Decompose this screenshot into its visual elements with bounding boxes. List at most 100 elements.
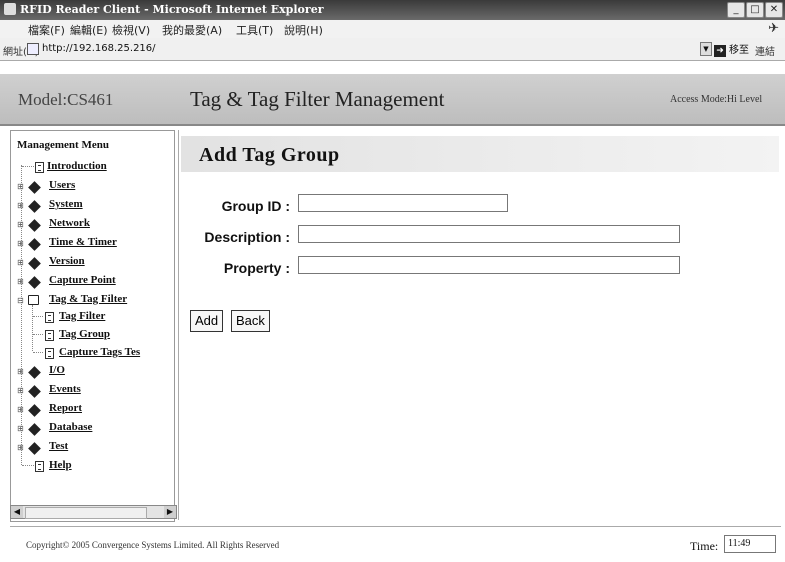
folder-icon — [28, 366, 41, 379]
page-title: Tag & Tag Filter Management — [190, 87, 445, 111]
go-label: 移至 — [729, 45, 749, 56]
nav-time-timer[interactable]: Time & Timer — [49, 236, 117, 248]
nav-tag-group[interactable]: Tag Group — [59, 328, 110, 340]
menu-favorites[interactable]: 我的最愛(A) — [162, 22, 222, 38]
minimize-button[interactable]: _ — [727, 2, 745, 18]
copyright-text: Copyright© 2005 Convergence Systems Limi… — [26, 540, 280, 550]
group-id-input[interactable] — [298, 194, 508, 212]
menu-tools[interactable]: 工具(T) — [236, 22, 273, 38]
footer: Copyright© 2005 Convergence Systems Limi… — [10, 526, 781, 561]
nav-version[interactable]: Version — [49, 255, 85, 267]
document-icon — [35, 162, 44, 173]
nav-test[interactable]: Test — [49, 440, 68, 452]
page-header: Model:CS461 Tag & Tag Filter Management … — [0, 74, 785, 126]
back-button[interactable]: Back — [231, 310, 270, 332]
nav-capture-tags-test[interactable]: Capture Tags Tes — [59, 346, 140, 358]
tree-line — [32, 305, 33, 351]
expand-icon[interactable]: ⊞ — [17, 220, 24, 229]
scroll-thumb[interactable] — [25, 507, 147, 519]
tree-line — [33, 316, 43, 317]
menu-edit[interactable]: 編輯(E) — [70, 22, 108, 38]
add-button[interactable]: Add — [190, 310, 224, 332]
nav-io[interactable]: I/O — [49, 364, 65, 376]
tree-line — [33, 352, 43, 353]
window-title-bar: RFID Reader Client - Microsoft Internet … — [0, 0, 785, 20]
open-folder-icon — [28, 295, 39, 305]
description-label: Description : — [204, 229, 290, 245]
expand-icon[interactable]: ⊞ — [17, 201, 24, 210]
folder-icon — [28, 200, 41, 213]
nav-tag-filter[interactable]: Tag Filter — [59, 310, 105, 322]
ie-app-icon — [4, 3, 16, 15]
expand-icon[interactable]: ⊞ — [17, 424, 24, 433]
document-icon — [45, 348, 54, 359]
address-dropdown-icon[interactable]: ▼ — [700, 42, 712, 56]
document-icon — [45, 330, 54, 341]
time-label: Time: — [690, 539, 719, 553]
nav-capture-point[interactable]: Capture Point — [49, 274, 116, 286]
tree-line — [33, 334, 43, 335]
nav-system[interactable]: System — [49, 198, 83, 210]
expand-icon[interactable]: ⊞ — [17, 443, 24, 452]
scroll-right-icon[interactable]: ▶ — [164, 506, 176, 518]
nav-introduction[interactable]: Introduction — [47, 160, 107, 172]
folder-icon — [28, 219, 41, 232]
expand-icon[interactable]: ⊞ — [17, 405, 24, 414]
tree-line — [22, 166, 34, 167]
maximize-button[interactable]: □ — [746, 2, 764, 18]
access-mode: Access Mode:Hi Level — [670, 94, 763, 105]
expand-icon[interactable]: ⊞ — [17, 277, 24, 286]
folder-icon — [28, 385, 41, 398]
expand-icon[interactable]: ⊞ — [17, 386, 24, 395]
folder-icon — [28, 276, 41, 289]
menu-help[interactable]: 說明(H) — [284, 22, 323, 38]
tree-line — [21, 165, 22, 465]
collapse-icon[interactable]: ⊟ — [17, 296, 24, 305]
tree-line — [22, 465, 34, 466]
close-button[interactable]: ✕ — [765, 2, 783, 18]
window-title: RFID Reader Client - Microsoft Internet … — [20, 3, 324, 16]
nav-database[interactable]: Database — [49, 421, 92, 433]
description-input[interactable] — [298, 225, 680, 243]
menu-file[interactable]: 檔案(F) — [28, 22, 65, 38]
address-input[interactable]: http://192.168.25.216/ — [42, 43, 156, 54]
page-icon — [27, 43, 39, 55]
folder-icon — [28, 238, 41, 251]
folder-icon — [28, 181, 41, 194]
go-button[interactable]: ➜ 移至 — [714, 41, 749, 57]
main-content: Add Tag Group Group ID : Description : P… — [178, 130, 782, 520]
nav-events[interactable]: Events — [49, 383, 81, 395]
go-arrow-icon: ➜ — [714, 45, 726, 57]
scroll-left-icon[interactable]: ◀ — [11, 506, 23, 518]
expand-icon[interactable]: ⊞ — [17, 367, 24, 376]
folder-icon — [28, 404, 41, 417]
nav-report[interactable]: Report — [49, 402, 82, 414]
property-input[interactable] — [298, 256, 680, 274]
expand-icon[interactable]: ⊞ — [17, 182, 24, 191]
nav-tag-tag-filter[interactable]: Tag & Tag Filter — [49, 293, 127, 305]
form-heading-bar: Add Tag Group — [181, 136, 779, 172]
property-label: Property : — [223, 260, 290, 276]
form-heading: Add Tag Group — [199, 144, 340, 166]
folder-icon — [28, 423, 41, 436]
browser-menu-bar: 檔案(F) 編輯(E) 檢視(V) 我的最愛(A) 工具(T) 說明(H) ✈ — [0, 20, 785, 39]
document-icon — [45, 312, 54, 323]
expand-icon[interactable]: ⊞ — [17, 258, 24, 267]
management-menu: Management Menu Introduction ⊞ Users ⊞ S… — [10, 130, 175, 522]
group-id-label: Group ID : — [221, 198, 290, 214]
nav-users[interactable]: Users — [49, 179, 75, 191]
ie-logo-icon: ✈ — [768, 21, 779, 36]
expand-icon[interactable]: ⊞ — [17, 239, 24, 248]
folder-icon — [28, 442, 41, 455]
time-display: 11:49 — [724, 535, 776, 553]
menu-title: Management Menu — [17, 139, 109, 151]
menu-view[interactable]: 檢視(V) — [112, 22, 150, 38]
nav-horizontal-scrollbar[interactable]: ◀ ▶ — [10, 505, 177, 519]
document-icon — [35, 461, 44, 472]
nav-help[interactable]: Help — [49, 459, 72, 471]
folder-icon — [28, 257, 41, 270]
model-label: Model:CS461 — [18, 90, 114, 109]
address-bar: 網址(D) http://192.168.25.216/ ▼ ➜ 移至 連結 — [0, 38, 785, 61]
links-label[interactable]: 連結 — [755, 43, 775, 58]
nav-network[interactable]: Network — [49, 217, 90, 229]
